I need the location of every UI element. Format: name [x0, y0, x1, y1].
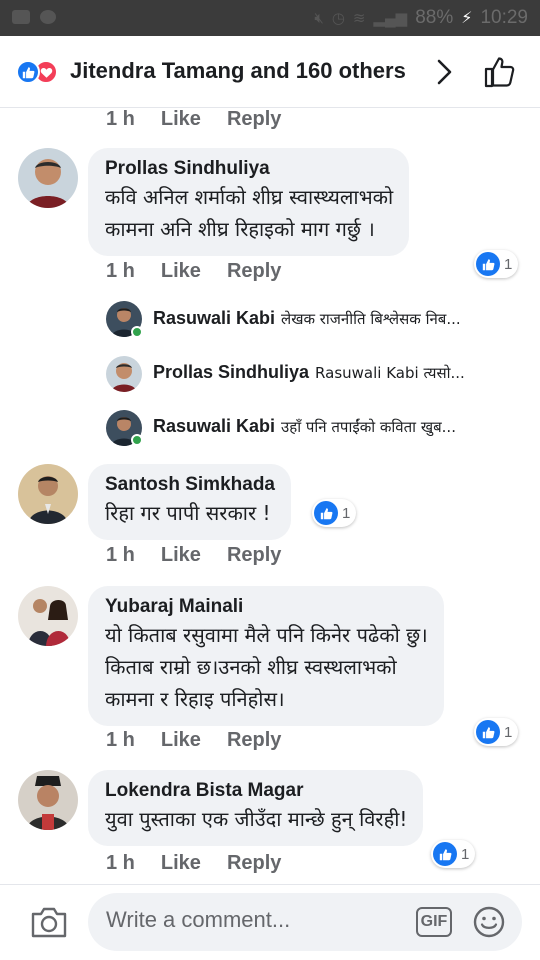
avatar[interactable] [18, 586, 78, 646]
like-link[interactable]: Like [161, 544, 201, 567]
reactors-summary[interactable]: Jitendra Tamang and 160 others [70, 58, 406, 84]
like-link[interactable]: Like [161, 729, 201, 752]
wifi-icon: ≋ [352, 10, 366, 27]
comment-bubble[interactable]: Prollas Sindhuliya कवि अनिल शर्माको शीघ्… [88, 148, 410, 256]
comment-text: कामना र रिहाइ पनिहोस। [105, 687, 285, 711]
gallery-notification-icon [12, 10, 30, 24]
alarm-icon: ◷ [331, 10, 345, 27]
like-reaction-icon [476, 252, 500, 276]
reply-link[interactable]: Reply [227, 544, 281, 567]
comment-time: 1 h [106, 260, 135, 282]
comment-text: कवि अनिल शर्माको शीघ्र स्वास्थ्यलाभको [105, 185, 394, 209]
reaction-count-badge[interactable]: 1 [312, 499, 357, 527]
online-status-dot [131, 434, 143, 446]
battery-level: 88% [415, 7, 454, 28]
reply-preview: लेखक राजनीति बिश्लेसक निब... [281, 310, 461, 328]
reply-item[interactable]: Rasuwali Kabi उहाँ पनि तपाईंको कविता खुब… [153, 416, 456, 437]
emoji-icon[interactable] [472, 905, 506, 939]
mute-icon: 🔇︎ [314, 9, 324, 27]
chevron-right-icon[interactable] [430, 56, 458, 88]
online-status-dot [131, 326, 143, 338]
comment-actions: 1 h Like Reply [106, 729, 281, 752]
comment-time: 1 h [106, 852, 135, 874]
comment-composer: GIF [0, 884, 540, 960]
comment-bubble[interactable]: Yubaraj Mainali यो किताब रसुवामा मैले पन… [88, 586, 444, 726]
reply-preview: उहाँ पनि तपाईंको कविता खुब... [281, 418, 456, 436]
reply-preview: Rasuwali Kabi त्यसो... [315, 364, 465, 382]
comments-list[interactable]: 1 h Like Reply Prollas Sindhuliya कवि अन… [0, 108, 540, 884]
comment-author[interactable]: Lokendra Bista Magar [105, 780, 407, 802]
comment-time: 1 h [106, 544, 135, 566]
comment-text: युवा पुस्ताका एक जीउँदा मान्छे हुन् विरह… [105, 807, 408, 831]
clock: 10:29 [480, 7, 528, 28]
like-reaction-icon [16, 60, 40, 84]
reply-item[interactable]: Prollas Sindhuliya Rasuwali Kabi त्यसो..… [153, 362, 465, 383]
reaction-count: 1 [342, 504, 351, 522]
charging-icon: ⚡︎ [461, 10, 473, 27]
comment-actions: 1 h Like Reply [106, 852, 281, 875]
reply-item[interactable]: Rasuwali Kabi लेखक राजनीति बिश्लेसक निब.… [153, 308, 461, 329]
reaction-count: 1 [504, 255, 513, 273]
like-post-icon[interactable] [482, 54, 518, 90]
camera-icon[interactable] [30, 905, 68, 939]
comment-text: किताब राम्रो छ।उनको शीघ्र स्वस्थलाभको [105, 655, 397, 679]
comment-author[interactable]: Prollas Sindhuliya [105, 158, 393, 180]
reply-author[interactable]: Prollas Sindhuliya [153, 362, 309, 383]
comment-time: 1 h [106, 729, 135, 751]
comment-bubble[interactable]: Lokendra Bista Magar युवा पुस्ताका एक जी… [88, 770, 424, 846]
avatar[interactable] [18, 770, 78, 830]
reaction-count-badge[interactable]: 1 [474, 718, 519, 746]
reply-link[interactable]: Reply [227, 852, 281, 875]
gif-button[interactable]: GIF [416, 907, 452, 937]
comment-time: 1 h [106, 108, 135, 130]
avatar[interactable] [106, 356, 142, 392]
comment-actions: 1 h Like Reply [106, 108, 281, 131]
reaction-count: 1 [504, 723, 513, 741]
messenger-notification-icon [40, 10, 56, 24]
like-reaction-icon [433, 842, 457, 866]
reaction-count-badge[interactable]: 1 [474, 250, 519, 278]
comment-box[interactable]: GIF [88, 893, 522, 951]
comment-author[interactable]: Santosh Simkhada [105, 474, 275, 496]
comment-actions: 1 h Like Reply [106, 544, 281, 567]
like-reaction-icon [476, 720, 500, 744]
reply-link[interactable]: Reply [227, 260, 281, 283]
comment-text: कामना अनि शीघ्र रिहाइको माग गर्छु । [105, 217, 375, 241]
reactions-header: Jitendra Tamang and 160 others [0, 36, 540, 108]
reaction-icons[interactable] [16, 60, 58, 84]
avatar[interactable] [18, 148, 78, 208]
signal-icon: ▂▄▆ [373, 10, 408, 27]
reaction-count-badge[interactable]: 1 [431, 840, 476, 868]
like-link[interactable]: Like [161, 260, 201, 283]
like-link[interactable]: Like [161, 852, 201, 875]
reply-link[interactable]: Reply [227, 108, 281, 131]
avatar[interactable] [18, 464, 78, 524]
reply-link[interactable]: Reply [227, 729, 281, 752]
comment-text: रिहा गर पापी सरकार ! [105, 501, 271, 525]
comment-text: यो किताब रसुवामा मैले पनि किनेर पढेको छु… [105, 623, 428, 647]
reply-author[interactable]: Rasuwali Kabi [153, 308, 275, 329]
reaction-count: 1 [461, 845, 470, 863]
like-link[interactable]: Like [161, 108, 201, 131]
status-bar: 🔇︎ ◷ ≋ ▂▄▆ 88% ⚡︎ 10:29 [0, 0, 540, 36]
comment-actions: 1 h Like Reply [106, 260, 281, 283]
like-reaction-icon [314, 501, 338, 525]
reply-author[interactable]: Rasuwali Kabi [153, 416, 275, 437]
comment-bubble[interactable]: Santosh Simkhada रिहा गर पापी सरकार ! [88, 464, 291, 540]
comment-input[interactable] [106, 907, 406, 933]
notification-icons [12, 10, 56, 24]
comment-author[interactable]: Yubaraj Mainali [105, 596, 428, 618]
